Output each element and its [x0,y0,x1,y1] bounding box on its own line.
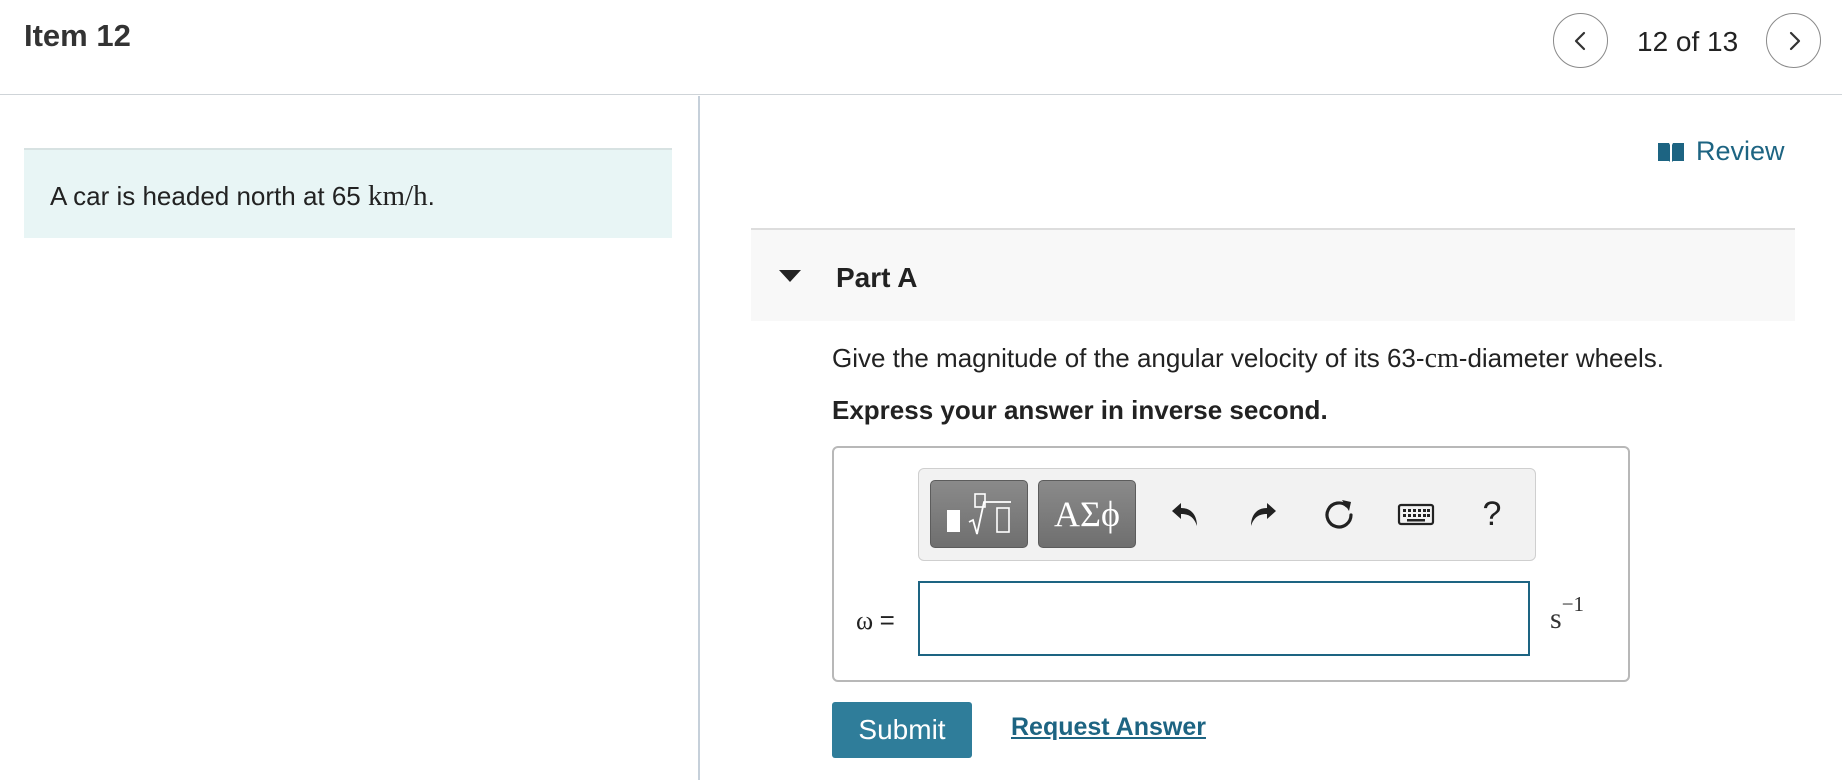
problem-intro: A car is headed north at 65 km/h. [24,148,672,238]
answer-instruction: Express your answer in inverse second. [832,395,1328,425]
question-text: Give the magnitude of the angular veloci… [832,343,1664,375]
equals-sign: = [879,605,895,635]
question-suffix: -diameter wheels. [1458,343,1664,373]
help-button[interactable]: ? [1469,491,1515,537]
chevron-left-icon [1574,31,1585,50]
intro-text-prefix: A car is headed north at 65 [50,181,368,211]
templates-icon [947,493,1011,535]
answer-input[interactable] [918,581,1530,656]
math-toolbar: ΑΣϕ ? [918,468,1536,561]
redo-icon [1251,503,1276,526]
reset-icon [1325,500,1353,529]
review-label: Review [1696,136,1785,166]
unit-base: s [1550,602,1562,635]
redo-button[interactable] [1239,491,1285,537]
submit-button[interactable]: Submit [832,702,972,758]
page-count: 12 of 13 [1637,26,1739,57]
chevron-right-icon [1789,31,1800,50]
review-link[interactable]: Review [1656,136,1785,167]
undo-icon [1172,503,1197,526]
answer-variable-label: ω = [856,605,895,636]
keyboard-icon [1397,503,1435,526]
part-title: Part A [836,262,918,293]
request-answer-link[interactable]: Request Answer [1011,713,1206,742]
reset-button[interactable] [1316,491,1362,537]
next-item-button[interactable] [1766,13,1821,68]
answer-box: ΑΣϕ ? ω = s−1 [832,446,1630,682]
header-bar: Item 12 12 of 13 [0,0,1842,95]
collapse-caret-icon[interactable] [779,270,801,282]
question-math-unit: cm [1424,343,1459,374]
intro-text-suffix: . [427,181,435,211]
unit-exponent: −1 [1561,592,1585,616]
templates-button[interactable] [930,480,1028,548]
question-prefix: Give the magnitude of the angular veloci… [832,343,1425,373]
item-title: Item 12 [24,18,131,53]
variable-symbol: ω [856,606,874,635]
panel-divider [698,96,700,780]
undo-button[interactable] [1163,491,1209,537]
intro-math-unit: km/h [368,180,428,212]
problem-intro-text: A car is headed north at 65 km/h. [50,180,435,213]
open-book-icon [1658,142,1684,162]
previous-item-button[interactable] [1553,13,1608,68]
part-a-header[interactable]: Part A [751,228,1795,321]
keyboard-button[interactable] [1393,491,1439,537]
greek-symbols-button[interactable]: ΑΣϕ [1038,480,1136,548]
answer-unit: s−1 [1550,592,1584,636]
